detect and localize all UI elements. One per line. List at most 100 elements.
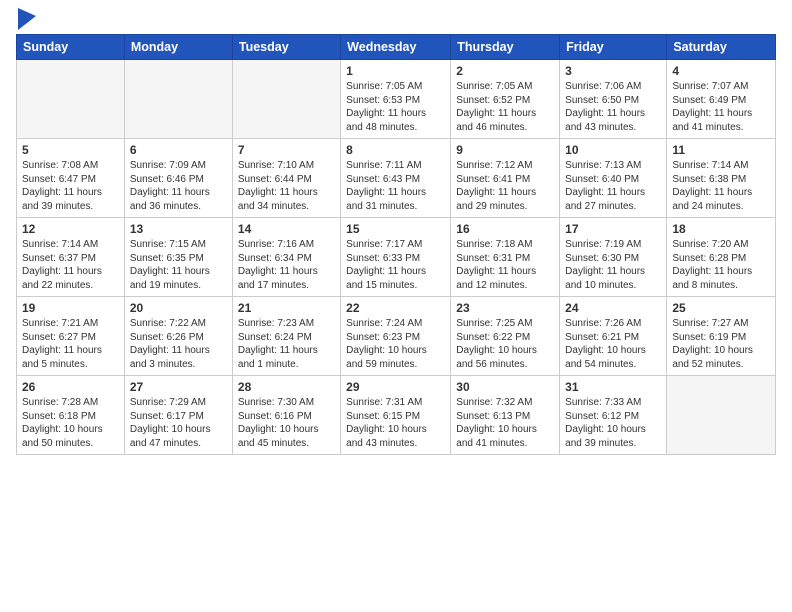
day-info: Sunrise: 7:22 AM Sunset: 6:26 PM Dayligh…: [130, 317, 227, 371]
calendar-cell: 19 Sunrise: 7:21 AM Sunset: 6:27 PM Dayli…: [17, 297, 125, 376]
day-info: Sunrise: 7:20 AM Sunset: 6:28 PM Dayligh…: [672, 238, 770, 292]
calendar-cell: 4 Sunrise: 7:07 AM Sunset: 6:49 PM Daylig…: [667, 60, 776, 139]
day-info: Sunrise: 7:19 AM Sunset: 6:30 PM Dayligh…: [565, 238, 661, 292]
day-info: Sunrise: 7:14 AM Sunset: 6:37 PM Dayligh…: [22, 238, 119, 292]
calendar-cell: 6Sunrise: 7:09 AM Sunset: 6:46 PM Daylig…: [124, 139, 232, 218]
day-info: Sunrise: 7:15 AM Sunset: 6:35 PM Dayligh…: [130, 238, 227, 292]
calendar-cell: 23 Sunrise: 7:25 AM Sunset: 6:22 PM Dayli…: [451, 297, 560, 376]
day-number: 30: [456, 380, 554, 394]
calendar-cell: 29 Sunrise: 7:31 AM Sunset: 6:15 PM Dayli…: [341, 376, 451, 455]
calendar-cell: 5Sunrise: 7:08 AM Sunset: 6:47 PM Daylig…: [17, 139, 125, 218]
calendar-cell: 20 Sunrise: 7:22 AM Sunset: 6:26 PM Dayli…: [124, 297, 232, 376]
weekday-header-saturday: Saturday: [667, 35, 776, 60]
day-number: 23: [456, 301, 554, 315]
day-number: 28: [238, 380, 335, 394]
calendar-week-2: 5Sunrise: 7:08 AM Sunset: 6:47 PM Daylig…: [17, 139, 776, 218]
calendar-cell: 30Sunrise: 7:32 AM Sunset: 6:13 PM Dayli…: [451, 376, 560, 455]
day-number: 16: [456, 222, 554, 236]
calendar-week-3: 12 Sunrise: 7:14 AM Sunset: 6:37 PM Dayli…: [17, 218, 776, 297]
day-number: 2: [456, 64, 554, 78]
day-info: Sunrise: 7:23 AM Sunset: 6:24 PM Dayligh…: [238, 317, 335, 371]
day-info: Sunrise: 7:14 AM Sunset: 6:38 PM Dayligh…: [672, 159, 770, 213]
page: SundayMondayTuesdayWednesdayThursdayFrid…: [0, 0, 792, 612]
day-number: 24: [565, 301, 661, 315]
day-number: 26: [22, 380, 119, 394]
day-number: 22: [346, 301, 445, 315]
day-number: 14: [238, 222, 335, 236]
day-info: Sunrise: 7:07 AM Sunset: 6:49 PM Dayligh…: [672, 80, 770, 134]
day-number: 6: [130, 143, 227, 157]
calendar-cell: 18 Sunrise: 7:20 AM Sunset: 6:28 PM Dayli…: [667, 218, 776, 297]
day-info: Sunrise: 7:05 AM Sunset: 6:52 PM Dayligh…: [456, 80, 554, 134]
calendar-cell: 3Sunrise: 7:06 AM Sunset: 6:50 PM Daylig…: [560, 60, 667, 139]
weekday-header-sunday: Sunday: [17, 35, 125, 60]
day-number: 12: [22, 222, 119, 236]
day-number: 13: [130, 222, 227, 236]
day-info: Sunrise: 7:29 AM Sunset: 6:17 PM Dayligh…: [130, 396, 227, 450]
calendar-cell: 8 Sunrise: 7:11 AM Sunset: 6:43 PM Daylig…: [341, 139, 451, 218]
calendar-week-4: 19 Sunrise: 7:21 AM Sunset: 6:27 PM Dayli…: [17, 297, 776, 376]
calendar-week-1: 1Sunrise: 7:05 AM Sunset: 6:53 PM Daylig…: [17, 60, 776, 139]
calendar-cell: 1Sunrise: 7:05 AM Sunset: 6:53 PM Daylig…: [341, 60, 451, 139]
day-info: Sunrise: 7:25 AM Sunset: 6:22 PM Dayligh…: [456, 317, 554, 371]
calendar-cell: 14 Sunrise: 7:16 AM Sunset: 6:34 PM Dayli…: [232, 218, 340, 297]
calendar-cell: 17 Sunrise: 7:19 AM Sunset: 6:30 PM Dayli…: [560, 218, 667, 297]
day-info: Sunrise: 7:27 AM Sunset: 6:19 PM Dayligh…: [672, 317, 770, 371]
day-number: 8: [346, 143, 445, 157]
weekday-header-row: SundayMondayTuesdayWednesdayThursdayFrid…: [17, 35, 776, 60]
calendar-cell: 28 Sunrise: 7:30 AM Sunset: 6:16 PM Dayli…: [232, 376, 340, 455]
calendar-cell: [232, 60, 340, 139]
calendar-cell: 15 Sunrise: 7:17 AM Sunset: 6:33 PM Dayli…: [341, 218, 451, 297]
day-info: Sunrise: 7:12 AM Sunset: 6:41 PM Dayligh…: [456, 159, 554, 213]
day-info: Sunrise: 7:24 AM Sunset: 6:23 PM Dayligh…: [346, 317, 445, 371]
day-number: 19: [22, 301, 119, 315]
calendar-cell: [124, 60, 232, 139]
day-number: 17: [565, 222, 661, 236]
day-number: 15: [346, 222, 445, 236]
calendar-cell: 27Sunrise: 7:29 AM Sunset: 6:17 PM Dayli…: [124, 376, 232, 455]
calendar-week-5: 26 Sunrise: 7:28 AM Sunset: 6:18 PM Dayli…: [17, 376, 776, 455]
day-info: Sunrise: 7:33 AM Sunset: 6:12 PM Dayligh…: [565, 396, 661, 450]
day-info: Sunrise: 7:10 AM Sunset: 6:44 PM Dayligh…: [238, 159, 335, 213]
calendar-cell: 24 Sunrise: 7:26 AM Sunset: 6:21 PM Dayli…: [560, 297, 667, 376]
day-info: Sunrise: 7:21 AM Sunset: 6:27 PM Dayligh…: [22, 317, 119, 371]
day-number: 4: [672, 64, 770, 78]
day-info: Sunrise: 7:08 AM Sunset: 6:47 PM Dayligh…: [22, 159, 119, 213]
day-info: Sunrise: 7:28 AM Sunset: 6:18 PM Dayligh…: [22, 396, 119, 450]
day-info: Sunrise: 7:30 AM Sunset: 6:16 PM Dayligh…: [238, 396, 335, 450]
day-number: 25: [672, 301, 770, 315]
day-number: 9: [456, 143, 554, 157]
calendar-cell: 31Sunrise: 7:33 AM Sunset: 6:12 PM Dayli…: [560, 376, 667, 455]
day-number: 20: [130, 301, 227, 315]
calendar-cell: 26 Sunrise: 7:28 AM Sunset: 6:18 PM Dayli…: [17, 376, 125, 455]
day-info: Sunrise: 7:11 AM Sunset: 6:43 PM Dayligh…: [346, 159, 445, 213]
calendar-cell: 21 Sunrise: 7:23 AM Sunset: 6:24 PM Dayli…: [232, 297, 340, 376]
calendar-cell: 25 Sunrise: 7:27 AM Sunset: 6:19 PM Dayli…: [667, 297, 776, 376]
logo: [16, 10, 36, 30]
calendar-cell: 16 Sunrise: 7:18 AM Sunset: 6:31 PM Dayli…: [451, 218, 560, 297]
day-info: Sunrise: 7:18 AM Sunset: 6:31 PM Dayligh…: [456, 238, 554, 292]
day-info: Sunrise: 7:17 AM Sunset: 6:33 PM Dayligh…: [346, 238, 445, 292]
calendar-cell: 11 Sunrise: 7:14 AM Sunset: 6:38 PM Dayli…: [667, 139, 776, 218]
day-number: 18: [672, 222, 770, 236]
weekday-header-friday: Friday: [560, 35, 667, 60]
day-info: Sunrise: 7:31 AM Sunset: 6:15 PM Dayligh…: [346, 396, 445, 450]
weekday-header-tuesday: Tuesday: [232, 35, 340, 60]
day-info: Sunrise: 7:26 AM Sunset: 6:21 PM Dayligh…: [565, 317, 661, 371]
day-number: 29: [346, 380, 445, 394]
day-number: 7: [238, 143, 335, 157]
day-number: 21: [238, 301, 335, 315]
logo-icon: [18, 8, 36, 30]
day-number: 11: [672, 143, 770, 157]
calendar-cell: [17, 60, 125, 139]
header: [16, 10, 776, 30]
calendar-cell: 22 Sunrise: 7:24 AM Sunset: 6:23 PM Dayli…: [341, 297, 451, 376]
day-info: Sunrise: 7:13 AM Sunset: 6:40 PM Dayligh…: [565, 159, 661, 213]
calendar-cell: [667, 376, 776, 455]
calendar-cell: 13 Sunrise: 7:15 AM Sunset: 6:35 PM Dayli…: [124, 218, 232, 297]
calendar-cell: 10Sunrise: 7:13 AM Sunset: 6:40 PM Dayli…: [560, 139, 667, 218]
day-number: 1: [346, 64, 445, 78]
day-info: Sunrise: 7:16 AM Sunset: 6:34 PM Dayligh…: [238, 238, 335, 292]
day-info: Sunrise: 7:06 AM Sunset: 6:50 PM Dayligh…: [565, 80, 661, 134]
weekday-header-wednesday: Wednesday: [341, 35, 451, 60]
